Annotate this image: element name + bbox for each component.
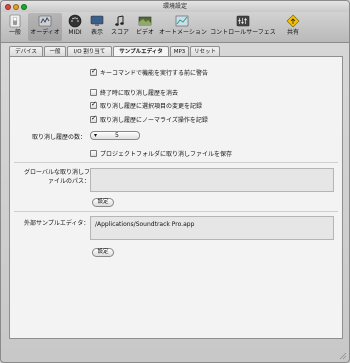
separator [14,162,338,163]
tab-io-assignments[interactable]: I/O 割り当て [67,46,112,56]
display-icon [90,15,104,26]
warn-key-command-label: キーコマンドで機能を実行する前に警告 [100,70,209,77]
undo-steps-stepper[interactable]: ▾ 5 [90,131,140,140]
toolbar-item-score[interactable]: スコア [109,13,131,41]
tab-devices[interactable]: デバイス [9,46,43,56]
toolbar-item-display[interactable]: 表示 [87,13,107,41]
clear-undo-on-quit-label: 終了時に取り消し履歴を消去 [100,90,179,97]
toolbar-item-midi[interactable]: MIDI [65,13,85,41]
toolbar-item-audio[interactable]: オーディオ [28,13,62,41]
share-icon [286,14,300,28]
toolbar-item-video[interactable]: ビデオ [133,13,157,41]
global-undo-path-label: グローバルな取り消しファイルのパス： [24,169,90,185]
warn-key-command-checkbox[interactable] [90,67,97,76]
tab-mp3[interactable]: MP3 [170,46,189,56]
toolbar-item-general[interactable]: 一般 [4,13,26,41]
save-undo-in-project-label: プロジェクトフォルダに取り消しファイルを保存 [100,151,233,158]
audio-icon [38,15,52,27]
clear-undo-on-quit-checkbox[interactable] [90,89,97,96]
separator [14,211,338,212]
toolbar-item-automation[interactable]: オートメーション [159,13,207,41]
title-bar: 環境設定 [1,1,349,12]
toolbar-item-control-surfaces[interactable]: コントロールサーフェス [207,13,279,41]
toolbar: 一般 オーディオ MIDI 表示 スコア ビデオ オートメーション コントロール… [1,12,349,43]
close-window-button[interactable] [5,4,11,10]
switch-icon [9,14,21,28]
score-icon [115,15,124,26]
minimize-window-button[interactable] [13,4,19,10]
zoom-window-button[interactable] [21,4,27,10]
automation-icon [175,15,189,27]
window-title: 環境設定 [162,3,187,10]
undo-normalize-checkbox[interactable] [90,114,97,123]
undo-normalize-label: 取り消し履歴にノーマライズ操作を記録 [100,117,208,124]
toolbar-item-share[interactable]: 共有 [282,13,304,41]
video-icon [138,16,152,26]
undo-steps-value: 5 [115,132,119,139]
external-editor-field[interactable]: /Applications/Soundtrack Pro.app [90,216,334,240]
preferences-window: 環境設定 一般 オーディオ MIDI 表示 スコア ビデオ オートメーション コ… [0,0,350,363]
undo-steps-label: 取り消し履歴の数： [32,134,87,141]
external-editor-path: /Applications/Soundtrack Pro.app [95,221,195,228]
resize-grip-icon[interactable] [339,352,347,360]
midi-icon [68,14,82,28]
control-surface-icon [236,15,250,27]
global-undo-path-field[interactable] [90,168,334,192]
external-editor-label: 外部サンプルエディタ： [24,220,90,227]
tab-general[interactable]: 一般 [44,46,66,56]
global-undo-path-set-button[interactable]: 設定 [92,198,114,207]
undo-selection-changes-checkbox[interactable] [90,100,97,109]
external-editor-set-button[interactable]: 設定 [92,248,114,257]
tab-reset[interactable]: リセット [190,46,220,56]
undo-selection-changes-label: 取り消し履歴に選択項目の変更を記録 [100,103,203,110]
sample-editor-panel: キーコマンドで機能を実行する前に警告 終了時に取り消し履歴を消去 取り消し履歴に… [9,56,343,339]
save-undo-in-project-checkbox[interactable] [90,150,97,157]
stepper-arrows-icon: ▾ [94,132,98,139]
